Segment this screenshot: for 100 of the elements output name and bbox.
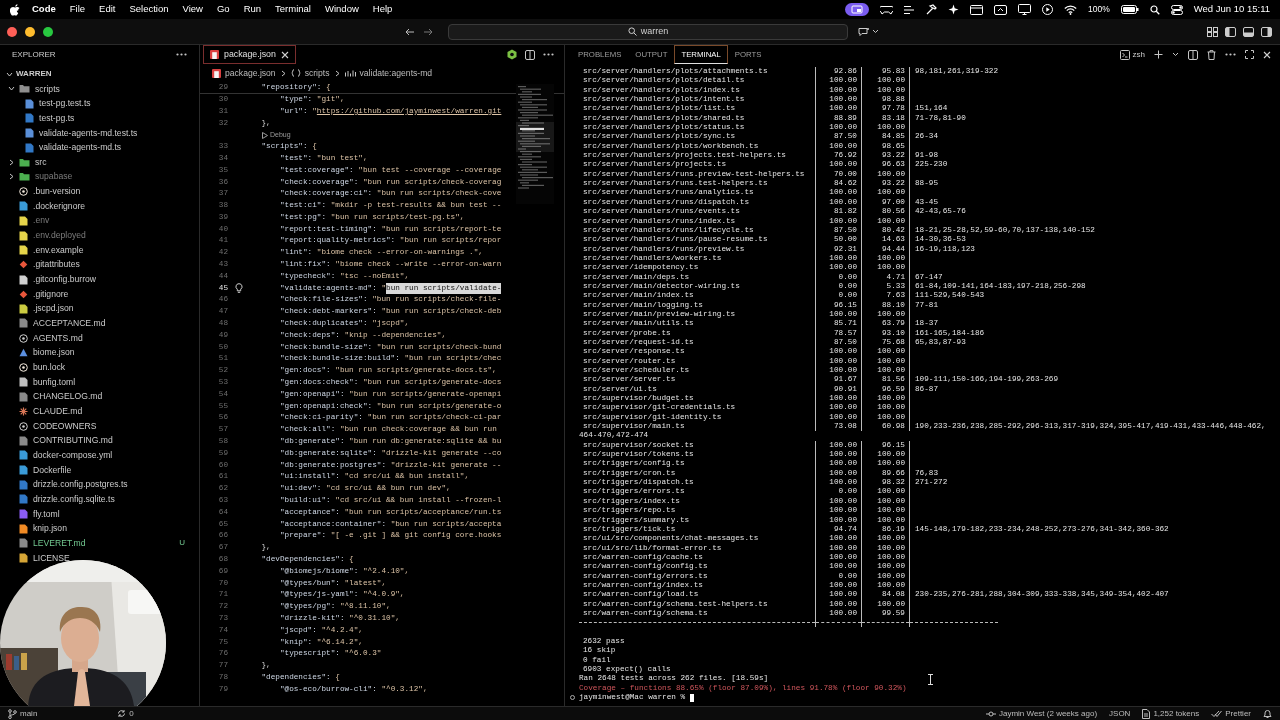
minimize-window-button[interactable] bbox=[25, 26, 35, 37]
menu-item[interactable]: Edit bbox=[99, 2, 116, 17]
search-icon[interactable] bbox=[1149, 4, 1160, 15]
apple-menu-icon[interactable] bbox=[10, 3, 20, 16]
file-name[interactable]: bunfig.toml bbox=[33, 375, 76, 389]
problems-count[interactable]: 0 bbox=[129, 707, 134, 720]
menu-item[interactable]: View bbox=[182, 2, 203, 17]
file-name[interactable]: knip.json bbox=[33, 522, 67, 536]
layout-grid-icon[interactable] bbox=[1207, 26, 1218, 37]
gamepad-icon[interactable] bbox=[880, 4, 893, 15]
zoom-window-button[interactable] bbox=[43, 26, 53, 37]
hammer-icon[interactable] bbox=[926, 4, 937, 15]
file-name[interactable]: .dockerignore bbox=[33, 199, 86, 213]
file-name[interactable]: .gitconfig.burrow bbox=[33, 273, 97, 286]
chevron-icon[interactable] bbox=[8, 158, 15, 166]
file-name[interactable]: .jscpd.json bbox=[33, 302, 74, 316]
breadcrumb-item[interactable]: package.json bbox=[225, 66, 276, 80]
menu-item[interactable]: Help bbox=[372, 2, 393, 17]
hexagon-icon[interactable] bbox=[507, 49, 517, 60]
menu-item[interactable]: File bbox=[69, 2, 86, 17]
shell-name[interactable]: zsh bbox=[1132, 48, 1145, 61]
menu-item[interactable]: Run bbox=[243, 2, 262, 17]
file-name[interactable]: .env.deployed bbox=[33, 229, 86, 242]
file-name[interactable]: docker-compose.yml bbox=[33, 448, 113, 462]
sparkle-icon[interactable] bbox=[948, 4, 959, 15]
monitor-icon[interactable] bbox=[1018, 4, 1031, 15]
branch-icon[interactable] bbox=[8, 708, 17, 719]
close-icon[interactable] bbox=[280, 50, 289, 59]
list-icon[interactable] bbox=[904, 4, 915, 15]
file-name[interactable]: validate-agents-md.ts bbox=[39, 141, 122, 155]
chevron-icon[interactable] bbox=[8, 173, 15, 181]
close-window-button[interactable] bbox=[7, 26, 17, 37]
workspace-root[interactable]: WARREN bbox=[16, 68, 52, 81]
file-name[interactable]: CONTRIBUTING.md bbox=[33, 434, 113, 448]
file-name[interactable]: CODEOWNERS bbox=[33, 419, 97, 433]
file-name[interactable]: validate-agents-md.test.ts bbox=[39, 126, 138, 140]
language-mode[interactable]: JSON bbox=[1109, 707, 1131, 720]
file-name[interactable]: .env.example bbox=[33, 243, 84, 257]
file-name[interactable]: .gitignore bbox=[33, 287, 69, 301]
file-name[interactable]: biome.json bbox=[33, 346, 75, 360]
split-terminal-icon[interactable] bbox=[1188, 49, 1198, 60]
chevron-icon[interactable] bbox=[6, 70, 13, 78]
file-name[interactable]: CLAUDE.md bbox=[33, 404, 83, 418]
folder-name[interactable]: src bbox=[35, 155, 47, 169]
breadcrumb-item[interactable]: scripts bbox=[304, 66, 330, 80]
toggle-sidebar-icon[interactable] bbox=[1225, 26, 1236, 37]
double-check-icon[interactable] bbox=[1211, 709, 1223, 718]
file-name[interactable]: test-pg.ts bbox=[39, 111, 75, 125]
trash-icon[interactable] bbox=[1207, 49, 1216, 60]
maximize-icon[interactable] bbox=[1245, 50, 1254, 59]
chat-icon[interactable] bbox=[858, 26, 870, 37]
folder-name[interactable]: supabase bbox=[35, 170, 73, 184]
file-name[interactable]: .env bbox=[33, 214, 50, 228]
file-name[interactable]: CHANGELOG.md bbox=[33, 390, 103, 404]
menu-item[interactable]: Selection bbox=[129, 2, 169, 17]
file-name[interactable]: drizzle.config.sqlite.ts bbox=[33, 492, 115, 506]
menu-item[interactable]: Terminal bbox=[275, 2, 311, 17]
more-icon[interactable] bbox=[176, 53, 187, 56]
window-icon[interactable] bbox=[970, 4, 983, 15]
caret-icon[interactable] bbox=[1172, 52, 1179, 57]
breadcrumb-item[interactable]: validate:agents-md bbox=[359, 66, 433, 80]
close-icon[interactable] bbox=[1263, 50, 1271, 59]
file-name[interactable]: drizzle.config.postgres.ts bbox=[33, 478, 128, 492]
toggle-secondary-sidebar-icon[interactable] bbox=[1261, 26, 1272, 37]
commit-icon[interactable] bbox=[985, 709, 996, 718]
file-name[interactable]: .bun-version bbox=[33, 185, 81, 198]
plus-icon[interactable] bbox=[1154, 50, 1163, 59]
more-icon[interactable] bbox=[543, 53, 554, 56]
git-blame[interactable]: Jaymin West (2 weeks ago) bbox=[998, 707, 1098, 720]
back-arrow-icon[interactable] bbox=[405, 27, 415, 36]
file-name[interactable]: bun.lock bbox=[33, 361, 65, 374]
folder-name[interactable]: scripts bbox=[35, 82, 60, 96]
search-field[interactable]: warren bbox=[448, 23, 848, 40]
app-menu[interactable]: Code bbox=[32, 2, 56, 17]
formatter-status[interactable]: Prettier bbox=[1225, 707, 1251, 720]
screen-record-icon[interactable] bbox=[845, 3, 869, 16]
file-name[interactable]: AGENTS.md bbox=[33, 331, 83, 345]
file-name[interactable]: ACCEPTANCE.md bbox=[33, 317, 106, 330]
file-name[interactable]: .gitattributes bbox=[33, 258, 80, 272]
branch-name[interactable]: main bbox=[20, 707, 38, 720]
more-icon[interactable] bbox=[1225, 53, 1236, 56]
editor-tab[interactable]: package.json bbox=[203, 45, 296, 64]
menu-item[interactable]: Window bbox=[325, 2, 359, 17]
lightbulb-icon[interactable] bbox=[235, 283, 243, 294]
battery-icon[interactable] bbox=[1120, 5, 1139, 14]
control-center-icon[interactable] bbox=[1170, 4, 1183, 15]
play-circle-icon[interactable] bbox=[1042, 4, 1053, 15]
menu-item[interactable]: Go bbox=[216, 2, 230, 17]
split-editor-icon[interactable] bbox=[525, 49, 535, 60]
document-icon[interactable] bbox=[1142, 708, 1151, 719]
file-name[interactable]: Dockerfile bbox=[33, 463, 72, 477]
toggle-panel-icon[interactable] bbox=[1243, 26, 1254, 37]
file-name[interactable]: LICENSE bbox=[33, 551, 70, 565]
caret-icon[interactable] bbox=[872, 29, 879, 34]
chevron-icon[interactable] bbox=[8, 85, 15, 93]
token-count[interactable]: 1,252 tokens bbox=[1153, 707, 1200, 720]
screen-share-icon[interactable] bbox=[994, 4, 1007, 15]
forward-arrow-icon[interactable] bbox=[423, 27, 433, 36]
file-name[interactable]: test-pg.test.ts bbox=[39, 97, 91, 111]
file-name[interactable]: LEVERET.md bbox=[33, 536, 86, 550]
